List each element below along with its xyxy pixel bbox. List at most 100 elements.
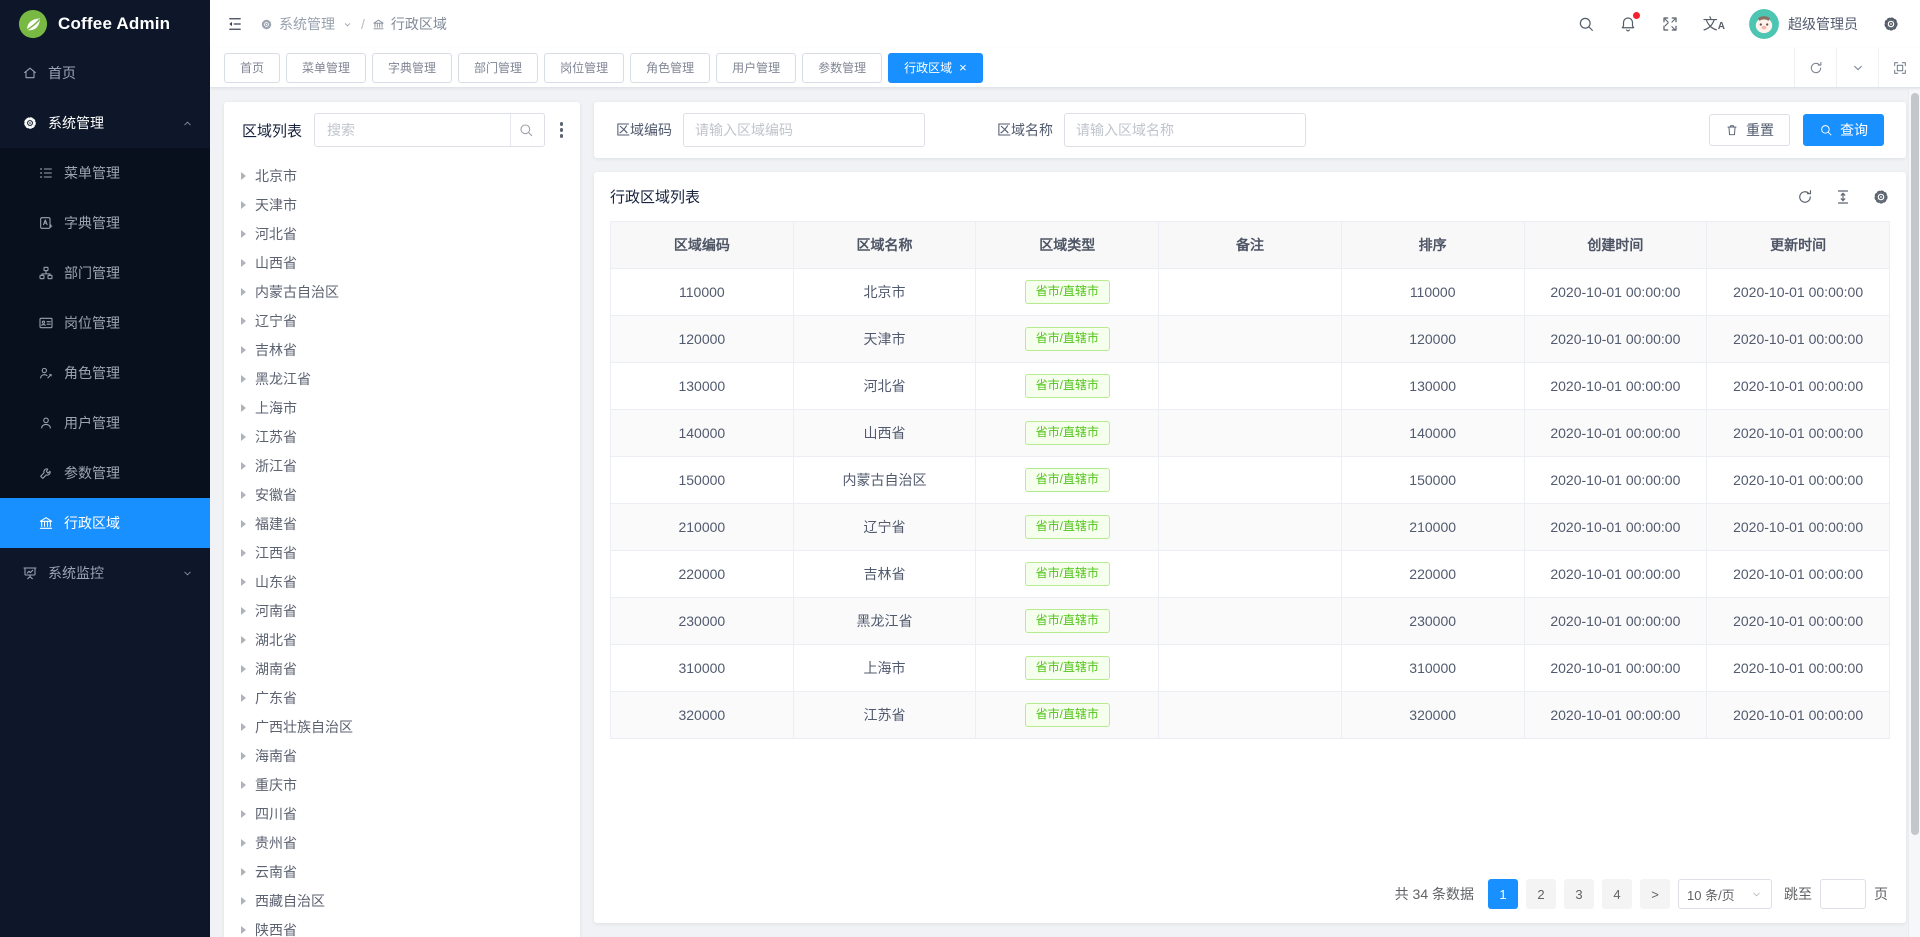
sidebar-item-menu[interactable]: 菜单管理 xyxy=(0,148,210,198)
query-button[interactable]: 查询 xyxy=(1803,114,1884,146)
tree-node[interactable]: 吉林省 xyxy=(234,335,570,364)
caret-right-icon[interactable] xyxy=(241,346,246,354)
table-row[interactable]: 140000 山西省 省市/直辖市 140000 2020-10-01 00:0… xyxy=(611,410,1890,457)
table-row[interactable]: 150000 内蒙古自治区 省市/直辖市 150000 2020-10-01 0… xyxy=(611,457,1890,504)
caret-right-icon[interactable] xyxy=(241,694,246,702)
user-menu[interactable]: 超级管理员 xyxy=(1749,9,1858,39)
tree-node[interactable]: 内蒙古自治区 xyxy=(234,277,570,306)
next-page-button[interactable]: > xyxy=(1640,879,1670,909)
fullscreen-icon[interactable] xyxy=(1661,15,1679,33)
table-row[interactable]: 230000 黑龙江省 省市/直辖市 230000 2020-10-01 00:… xyxy=(611,598,1890,645)
tree-node[interactable]: 重庆市 xyxy=(234,770,570,799)
refresh-icon[interactable] xyxy=(1796,188,1814,206)
tree-node[interactable]: 广东省 xyxy=(234,683,570,712)
sidebar-item-dict[interactable]: 字典管理 xyxy=(0,198,210,248)
tree-node[interactable]: 山东省 xyxy=(234,567,570,596)
refresh-tab-icon[interactable] xyxy=(1794,48,1836,87)
tree-search-icon[interactable] xyxy=(510,114,542,146)
tree-node[interactable]: 河南省 xyxy=(234,596,570,625)
tab-dict[interactable]: 字典管理 xyxy=(372,53,452,83)
caret-right-icon[interactable] xyxy=(241,636,246,644)
tree-node[interactable]: 四川省 xyxy=(234,799,570,828)
caret-right-icon[interactable] xyxy=(241,259,246,267)
bell-icon[interactable] xyxy=(1619,15,1637,33)
jump-page-input[interactable] xyxy=(1820,879,1866,909)
tree-node[interactable]: 湖北省 xyxy=(234,625,570,654)
caret-right-icon[interactable] xyxy=(241,578,246,586)
tree-node[interactable]: 浙江省 xyxy=(234,451,570,480)
page-button-4[interactable]: 4 xyxy=(1602,879,1632,909)
page-size-select[interactable]: 10 条/页 xyxy=(1678,879,1772,909)
sidebar-group-monitor[interactable]: 系统监控 xyxy=(0,548,210,598)
caret-right-icon[interactable] xyxy=(241,172,246,180)
tab-dept[interactable]: 部门管理 xyxy=(458,53,538,83)
caret-right-icon[interactable] xyxy=(241,752,246,760)
table-row[interactable]: 120000 天津市 省市/直辖市 120000 2020-10-01 00:0… xyxy=(611,316,1890,363)
table-row[interactable]: 110000 北京市 省市/直辖市 110000 2020-10-01 00:0… xyxy=(611,269,1890,316)
search-icon[interactable] xyxy=(1577,15,1595,33)
tree-node[interactable]: 广西壮族自治区 xyxy=(234,712,570,741)
maximize-content-icon[interactable] xyxy=(1878,48,1920,87)
reset-button[interactable]: 重置 xyxy=(1709,114,1790,146)
tree-node[interactable]: 山西省 xyxy=(234,248,570,277)
table-row[interactable]: 130000 河北省 省市/直辖市 130000 2020-10-01 00:0… xyxy=(611,363,1890,410)
caret-right-icon[interactable] xyxy=(241,462,246,470)
tree-node[interactable]: 湖南省 xyxy=(234,654,570,683)
table-row[interactable]: 310000 上海市 省市/直辖市 310000 2020-10-01 00:0… xyxy=(611,645,1890,692)
tree-node[interactable]: 黑龙江省 xyxy=(234,364,570,393)
sidebar-item-role[interactable]: 角色管理 xyxy=(0,348,210,398)
sidebar-item-user[interactable]: 用户管理 xyxy=(0,398,210,448)
caret-right-icon[interactable] xyxy=(241,404,246,412)
tree-node[interactable]: 江苏省 xyxy=(234,422,570,451)
tree-search-input[interactable] xyxy=(325,121,509,139)
tab-close-icon[interactable]: × xyxy=(959,61,967,74)
sidebar-item-home[interactable]: 首页 xyxy=(0,48,210,98)
table-row[interactable]: 210000 辽宁省 省市/直辖市 210000 2020-10-01 00:0… xyxy=(611,504,1890,551)
tab-menu[interactable]: 菜单管理 xyxy=(286,53,366,83)
tab-user[interactable]: 用户管理 xyxy=(716,53,796,83)
table-row[interactable]: 220000 吉林省 省市/直辖市 220000 2020-10-01 00:0… xyxy=(611,551,1890,598)
page-button-3[interactable]: 3 xyxy=(1564,879,1594,909)
tab-region[interactable]: 行政区域 × xyxy=(888,53,983,83)
sidebar-item-dept[interactable]: 部门管理 xyxy=(0,248,210,298)
tree-node[interactable]: 陕西省 xyxy=(234,915,570,937)
sidebar-item-param[interactable]: 参数管理 xyxy=(0,448,210,498)
menu-fold-icon[interactable] xyxy=(226,15,244,33)
tree-node[interactable]: 福建省 xyxy=(234,509,570,538)
tab-post[interactable]: 岗位管理 xyxy=(544,53,624,83)
caret-right-icon[interactable] xyxy=(241,868,246,876)
sidebar-item-region[interactable]: 行政区域 xyxy=(0,498,210,548)
tree-node[interactable]: 辽宁省 xyxy=(234,306,570,335)
tab-param[interactable]: 参数管理 xyxy=(802,53,882,83)
caret-right-icon[interactable] xyxy=(241,520,246,528)
tree-node[interactable]: 贵州省 xyxy=(234,828,570,857)
caret-right-icon[interactable] xyxy=(241,317,246,325)
caret-right-icon[interactable] xyxy=(241,433,246,441)
tree-node[interactable]: 西藏自治区 xyxy=(234,886,570,915)
caret-right-icon[interactable] xyxy=(241,897,246,905)
page-button-1[interactable]: 1 xyxy=(1488,879,1518,909)
caret-right-icon[interactable] xyxy=(241,288,246,296)
tree-node[interactable]: 云南省 xyxy=(234,857,570,886)
caret-right-icon[interactable] xyxy=(241,607,246,615)
caret-right-icon[interactable] xyxy=(241,665,246,673)
scrollbar-thumb[interactable] xyxy=(1911,93,1919,835)
tree-node[interactable]: 北京市 xyxy=(234,161,570,190)
tree-node[interactable]: 上海市 xyxy=(234,393,570,422)
tree-node[interactable]: 安徽省 xyxy=(234,480,570,509)
caret-right-icon[interactable] xyxy=(241,926,246,934)
caret-right-icon[interactable] xyxy=(241,810,246,818)
caret-right-icon[interactable] xyxy=(241,375,246,383)
column-height-icon[interactable] xyxy=(1834,188,1852,206)
page-scrollbar[interactable] xyxy=(1908,89,1920,937)
tab-home[interactable]: 首页 xyxy=(224,53,280,83)
tree-node[interactable]: 海南省 xyxy=(234,741,570,770)
translate-icon[interactable]: 文A xyxy=(1703,17,1725,32)
caret-right-icon[interactable] xyxy=(241,201,246,209)
tree-node[interactable]: 江西省 xyxy=(234,538,570,567)
settings-gear-icon[interactable] xyxy=(1882,15,1900,33)
tree-node[interactable]: 河北省 xyxy=(234,219,570,248)
tab-options-chevron-icon[interactable] xyxy=(1836,48,1878,87)
breadcrumb-parent[interactable]: 系统管理 xyxy=(260,14,354,34)
caret-right-icon[interactable] xyxy=(241,230,246,238)
